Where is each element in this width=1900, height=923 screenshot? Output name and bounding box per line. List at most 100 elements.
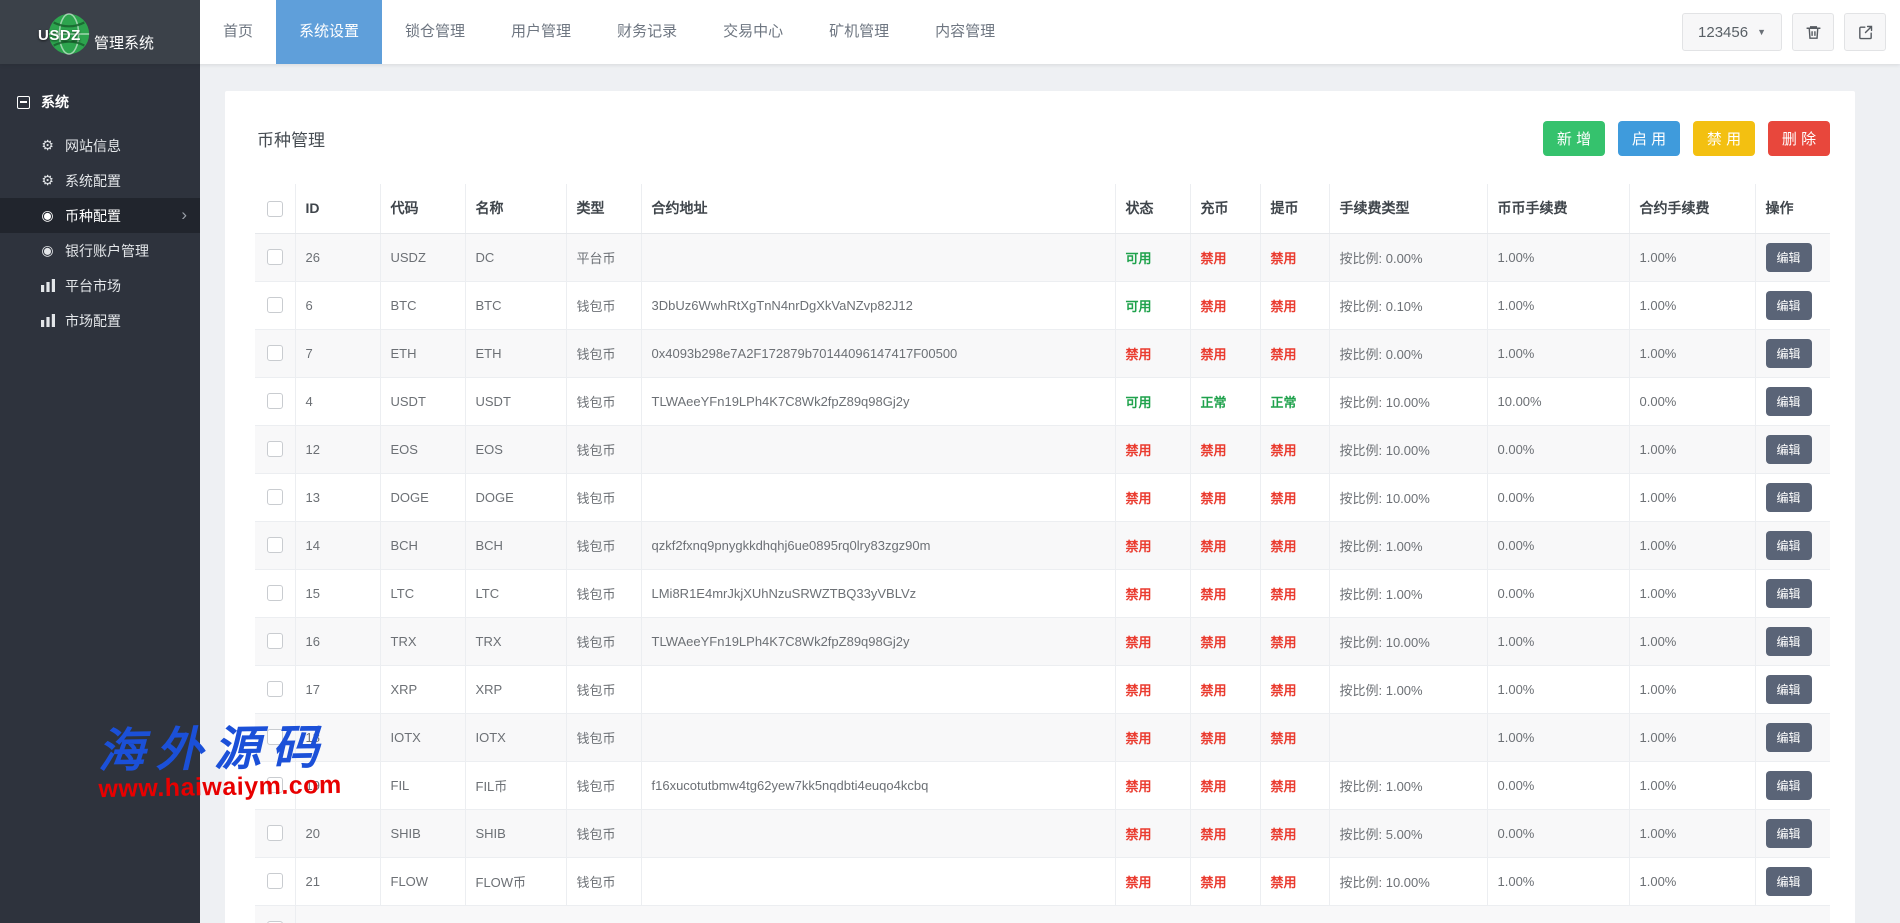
column-header-deposit: 充币 bbox=[1190, 184, 1260, 233]
cell-status: 可用 bbox=[1115, 377, 1190, 425]
cell-status: 禁用 bbox=[1115, 761, 1190, 809]
main-content: 币种管理 新 增 启 用 禁 用 删 除 ID bbox=[200, 64, 1900, 923]
cell-type: 钱包币 bbox=[566, 761, 641, 809]
select-all-checkbox[interactable] bbox=[267, 201, 283, 217]
column-header-withdraw: 提币 bbox=[1260, 184, 1329, 233]
edit-button[interactable]: 编辑 bbox=[1766, 771, 1812, 800]
nav-item[interactable]: 内容管理 bbox=[912, 0, 1018, 64]
nav-item[interactable]: 首页 bbox=[200, 0, 276, 64]
sidebar-item[interactable]: ◉ 银行账户管理 › bbox=[0, 233, 200, 268]
cell-withdraw: 禁用 bbox=[1260, 569, 1329, 617]
edit-button[interactable]: 编辑 bbox=[1766, 627, 1812, 656]
disable-button[interactable]: 禁 用 bbox=[1693, 121, 1755, 156]
sidebar-item[interactable]: 市场配置 › bbox=[0, 303, 200, 338]
row-checkbox[interactable] bbox=[267, 441, 283, 457]
cell-coin-fee: 1.00% bbox=[1487, 329, 1629, 377]
globe-icon: USDZ bbox=[46, 11, 92, 57]
nav-item[interactable]: 用户管理 bbox=[488, 0, 594, 64]
sidebar-item[interactable]: 平台市场 › bbox=[0, 268, 200, 303]
nav-item-label: 财务记录 bbox=[617, 23, 677, 40]
cell-code: IOTX bbox=[380, 713, 465, 761]
edit-button[interactable]: 编辑 bbox=[1766, 339, 1812, 368]
brand-app-name: 管理系统 bbox=[94, 32, 154, 53]
column-header-name: 名称 bbox=[465, 184, 566, 233]
edit-button[interactable]: 编辑 bbox=[1766, 435, 1812, 464]
table-row: 12 EOS EOS 钱包币 禁用 禁用 禁用 按比例: 10.00% 0.00… bbox=[255, 425, 1830, 473]
row-checkbox[interactable] bbox=[267, 585, 283, 601]
caret-down-icon: ▼ bbox=[1757, 27, 1766, 37]
edit-button[interactable]: 编辑 bbox=[1766, 243, 1812, 272]
cell-deposit: 禁用 bbox=[1190, 425, 1260, 473]
table-row: 6 BTC BTC 钱包币 3DbUz6WwhRtXgTnN4nrDgXkVaN… bbox=[255, 281, 1830, 329]
clear-cache-button[interactable] bbox=[1792, 13, 1834, 51]
column-header-type: 类型 bbox=[566, 184, 641, 233]
row-checkbox[interactable] bbox=[267, 825, 283, 841]
edit-button[interactable]: 编辑 bbox=[1766, 819, 1812, 848]
sidebar-item-label: 币种配置 bbox=[65, 206, 121, 226]
edit-button[interactable]: 编辑 bbox=[1766, 291, 1812, 320]
cell-contract-fee: 1.00% bbox=[1629, 569, 1755, 617]
cell-id: 26 bbox=[295, 233, 380, 281]
row-checkbox[interactable] bbox=[267, 249, 283, 265]
row-checkbox[interactable] bbox=[267, 633, 283, 649]
row-checkbox[interactable] bbox=[267, 489, 283, 505]
cell-id: 21 bbox=[295, 857, 380, 905]
cell-deposit: 禁用 bbox=[1190, 617, 1260, 665]
sidebar-item[interactable]: ◉ 币种配置 › bbox=[0, 198, 200, 233]
table-row: 20 SHIB SHIB 钱包币 禁用 禁用 禁用 按比例: 5.00% 0.0… bbox=[255, 809, 1830, 857]
edit-button[interactable]: 编辑 bbox=[1766, 579, 1812, 608]
table-row: 14 BCH BCH 钱包币 qzkf2fxnq9pnygkkdhqhj6ue0… bbox=[255, 521, 1830, 569]
cell-coin-fee: 1.00% bbox=[1487, 665, 1629, 713]
user-dropdown-button[interactable]: 123456 ▼ bbox=[1682, 13, 1782, 51]
column-header-fee-type: 手续费类型 bbox=[1329, 184, 1487, 233]
cell-contract-address bbox=[641, 425, 1115, 473]
add-button[interactable]: 新 增 bbox=[1543, 121, 1605, 156]
cell-fee-type: 按比例: 10.00% bbox=[1329, 617, 1487, 665]
logout-button[interactable] bbox=[1844, 13, 1886, 51]
edit-button[interactable]: 编辑 bbox=[1766, 483, 1812, 512]
row-checkbox[interactable] bbox=[267, 393, 283, 409]
cell-withdraw: 禁用 bbox=[1260, 713, 1329, 761]
cell-name: DC bbox=[465, 233, 566, 281]
nav-item-label: 首页 bbox=[223, 23, 253, 40]
nav-item[interactable]: 矿机管理 bbox=[806, 0, 912, 64]
sidebar-section-system[interactable]: 系统 bbox=[0, 84, 200, 128]
edit-button[interactable]: 编辑 bbox=[1766, 675, 1812, 704]
delete-button[interactable]: 删 除 bbox=[1768, 121, 1830, 156]
nav-item[interactable]: 财务记录 bbox=[594, 0, 700, 64]
nav-item[interactable]: 系统设置 bbox=[276, 0, 382, 64]
row-checkbox[interactable] bbox=[267, 297, 283, 313]
nav-item[interactable]: 锁仓管理 bbox=[382, 0, 488, 64]
cell-deposit: 禁用 bbox=[1190, 521, 1260, 569]
row-checkbox[interactable] bbox=[267, 873, 283, 889]
row-checkbox[interactable] bbox=[267, 537, 283, 553]
cell-fee-type: 按比例: 5.00% bbox=[1329, 809, 1487, 857]
edit-button[interactable]: 编辑 bbox=[1766, 387, 1812, 416]
edit-button[interactable]: 编辑 bbox=[1766, 867, 1812, 896]
cell-withdraw: 禁用 bbox=[1260, 809, 1329, 857]
nav-item[interactable]: 交易中心 bbox=[700, 0, 806, 64]
row-checkbox[interactable] bbox=[267, 777, 283, 793]
cell-contract-fee: 1.00% bbox=[1629, 617, 1755, 665]
cell-withdraw: 禁用 bbox=[1260, 857, 1329, 905]
enable-button[interactable]: 启 用 bbox=[1618, 121, 1680, 156]
sidebar-item[interactable]: ⚙ 系统配置 › bbox=[0, 163, 200, 198]
sidebar-item[interactable]: ⚙ 网站信息 › bbox=[0, 128, 200, 163]
row-checkbox[interactable] bbox=[267, 345, 283, 361]
cell-id: 12 bbox=[295, 425, 380, 473]
edit-button[interactable]: 编辑 bbox=[1766, 531, 1812, 560]
cell-contract-address: f16xucotutbmw4tg62yew7kk5nqdbti4euqo4kcb… bbox=[641, 761, 1115, 809]
cell-deposit: 禁用 bbox=[1190, 665, 1260, 713]
cell-withdraw: 禁用 bbox=[1260, 329, 1329, 377]
table-row: 21 FLOW FLOW币 钱包币 禁用 禁用 禁用 按比例: 10.00% 1… bbox=[255, 857, 1830, 905]
cell-name: IOTX bbox=[465, 713, 566, 761]
target-icon: ◉ bbox=[39, 242, 56, 259]
row-checkbox[interactable] bbox=[267, 729, 283, 745]
cell-name: LTC bbox=[465, 569, 566, 617]
row-checkbox[interactable] bbox=[267, 681, 283, 697]
cell-code: FIL bbox=[380, 761, 465, 809]
edit-button[interactable]: 编辑 bbox=[1766, 723, 1812, 752]
bar-chart-icon bbox=[39, 314, 56, 327]
cell-contract-address: LMi8R1E4mrJkjXUhNzuSRWZTBQ33yVBLVz bbox=[641, 569, 1115, 617]
cell-coin-fee: 0.00% bbox=[1487, 809, 1629, 857]
